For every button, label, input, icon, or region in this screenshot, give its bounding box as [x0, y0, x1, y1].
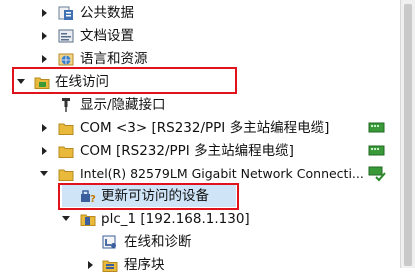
project-tree: 公共数据 文档设置 语言和资源 在线访问 显示/隐藏接口 COM <3> [RS… [0, 0, 400, 273]
tree-item-label: 文档设置 [80, 28, 134, 44]
expand-arrow-icon[interactable] [40, 140, 50, 162]
folder-icon [58, 166, 74, 182]
tree-item-com[interactable]: COM [RS232/PPI 多主站编程电缆] [0, 140, 400, 162]
pin-icon [58, 97, 74, 113]
program-blocks-icon [102, 257, 118, 273]
connection-ok-icon [368, 166, 386, 182]
common-data-icon [58, 5, 74, 21]
highlight-box-update-devices [58, 183, 239, 210]
tree-item-label: COM [RS232/PPI 多主站编程电缆] [80, 143, 294, 159]
tree-item-intel-network[interactable]: Intel(R) 82579LM Gigabit Network Connect… [0, 163, 400, 185]
folder-icon [58, 120, 74, 136]
connection-status-icon [368, 143, 386, 159]
collapse-arrow-icon[interactable] [62, 208, 72, 230]
tree-item-label: 程序块 [124, 257, 165, 273]
connection-status-icon [368, 120, 386, 136]
expand-arrow-icon[interactable] [40, 117, 50, 139]
tree-item-com3[interactable]: COM <3> [RS232/PPI 多主站编程电缆] [0, 117, 400, 139]
expand-arrow-icon[interactable] [86, 254, 96, 276]
tree-item-label: 公共数据 [80, 5, 134, 21]
vertical-scrollbar[interactable] [400, 0, 415, 268]
tree-item-label: 在线和诊断 [124, 234, 192, 250]
tree-item-label: 显示/隐藏接口 [80, 97, 166, 113]
collapse-arrow-icon[interactable] [40, 163, 50, 185]
language-resources-icon [58, 51, 74, 67]
diagnostics-icon [102, 234, 118, 250]
tree-item-label: COM <3> [RS232/PPI 多主站编程电缆] [80, 120, 330, 136]
plc-icon [80, 211, 96, 227]
tree-item-label: plc_1 [192.168.1.130] [101, 211, 250, 227]
expand-arrow-icon[interactable] [40, 2, 50, 24]
highlight-box-online-access [12, 67, 237, 94]
scrollbar-thumb[interactable] [404, 4, 412, 266]
document-settings-icon [58, 28, 74, 44]
folder-icon [58, 143, 74, 159]
tree-item-label: Intel(R) 82579LM Gigabit Network Connect… [80, 166, 364, 181]
expand-arrow-icon[interactable] [40, 25, 50, 47]
